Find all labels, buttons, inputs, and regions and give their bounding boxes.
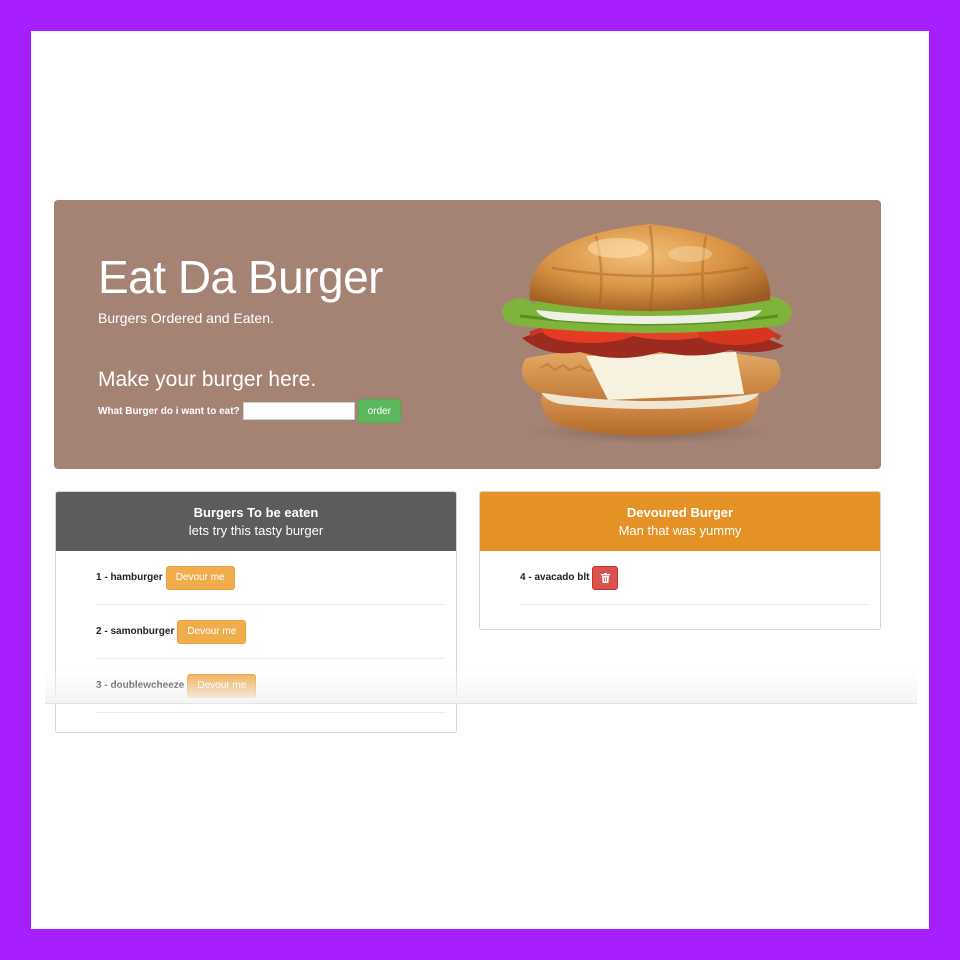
to-eat-list: 1 - hamburger Devour me 2 - samonburger …	[56, 551, 456, 713]
hero-jumbotron: Eat Da Burger Burgers Ordered and Eaten.…	[54, 200, 881, 469]
devoured-panel-title: Devoured Burger	[626, 504, 734, 520]
burger-name: 3 - doublewcheeze	[96, 680, 185, 691]
burger-name: 4 - avacado blt	[520, 572, 590, 583]
delete-button[interactable]	[592, 565, 619, 590]
devour-button[interactable]: Devour me	[177, 619, 247, 644]
burger-name: 2 - samonburger	[96, 626, 175, 637]
burger-name-label: What Burger do i want to eat?	[98, 405, 240, 417]
list-item: 2 - samonburger Devour me	[96, 605, 446, 659]
devoured-panel-header: Devoured Burger Man that was yummy	[480, 492, 880, 551]
to-eat-panel: Burgers To be eaten lets try this tasty …	[55, 491, 457, 733]
to-eat-panel-subtitle: lets try this tasty burger	[188, 522, 324, 538]
list-item: 4 - avacado blt	[520, 551, 870, 605]
devour-button[interactable]: Devour me	[165, 565, 235, 590]
burger-order-form: What Burger do i want to eat? order	[98, 399, 402, 423]
burger-name-input[interactable]	[242, 402, 355, 420]
burger-name: 1 - hamburger	[96, 572, 163, 583]
list-item: 1 - hamburger Devour me	[96, 551, 446, 605]
form-heading: Make your burger here.	[98, 368, 317, 391]
page-title: Eat Da Burger	[98, 251, 383, 303]
devour-button[interactable]: Devour me	[187, 673, 257, 698]
to-eat-panel-title: Burgers To be eaten	[193, 504, 319, 520]
screenshot-canvas: Eat Da Burger Burgers Ordered and Eaten.…	[31, 31, 929, 929]
to-eat-panel-header: Burgers To be eaten lets try this tasty …	[56, 492, 456, 551]
page-subtitle: Burgers Ordered and Eaten.	[98, 310, 274, 326]
order-button[interactable]: order	[357, 399, 402, 423]
devoured-list: 4 - avacado blt	[480, 551, 880, 605]
trash-icon	[600, 572, 610, 583]
list-item: 3 - doublewcheeze Devour me	[96, 659, 446, 713]
devoured-panel-subtitle: Man that was yummy	[618, 522, 742, 538]
devoured-panel: Devoured Burger Man that was yummy 4 - a…	[479, 491, 881, 630]
burger-photo	[501, 224, 792, 444]
